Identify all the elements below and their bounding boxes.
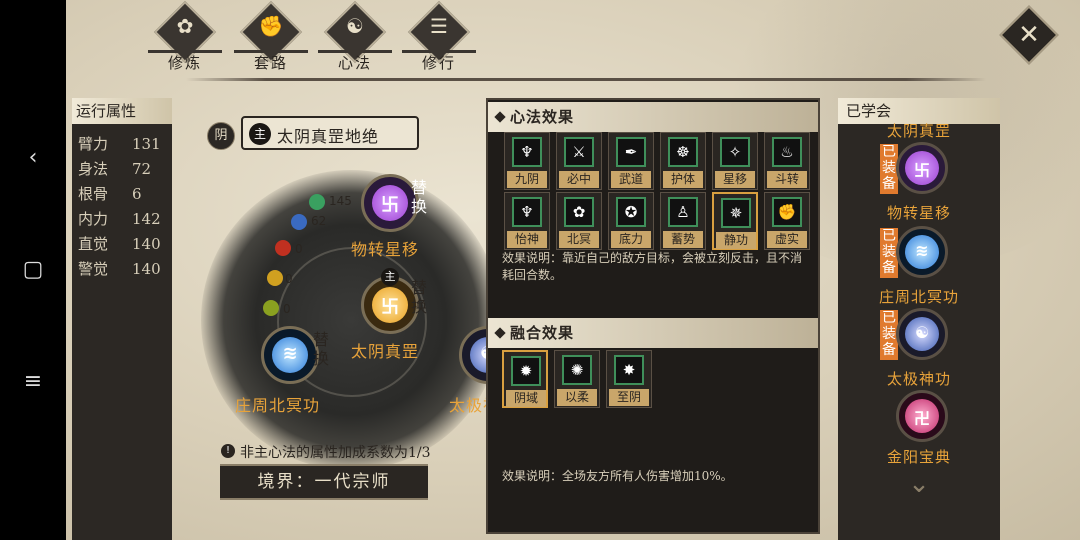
back-icon[interactable]: ‹: [17, 142, 49, 174]
effect-icon-huti[interactable]: ☸ 护体: [660, 132, 706, 190]
skill-symbol: ≋: [282, 343, 298, 364]
skill-name-center: 太阴真罡: [351, 342, 420, 361]
replace-button[interactable]: 替换: [411, 178, 429, 216]
skill-slot-left[interactable]: ≋: [261, 326, 319, 384]
effect-icon-xushi[interactable]: ♙ 蓄势: [660, 192, 706, 250]
orb-value: 0: [295, 242, 303, 256]
main-xinfa-title: 主 太阴真罡地绝: [241, 116, 419, 150]
tab-xiulian[interactable]: ✿ 修炼: [148, 0, 222, 72]
fusion-effects-title: 融合效果: [488, 318, 818, 348]
xinfa-hub: 阴 主 太阴真罡地绝 卐 替换 物转星移 卐 主 替换 太阴真罡 ≋ 替换 庄周…: [191, 112, 531, 492]
attribute-orb: [275, 240, 291, 256]
attribute-orb: [291, 214, 307, 230]
skill-name-left: 庄周北冥功: [235, 396, 321, 415]
effect-icon-bizhong[interactable]: ⚔ 必中: [556, 132, 602, 190]
replace-button[interactable]: 替换: [313, 330, 331, 368]
learned-item[interactable]: 已装备 卐 物转星移: [838, 142, 1000, 238]
game-screen: ✿ 修炼 ✊ 套路 ☯ 心法 ☰ 修行 ✕ 运行属性 臂力 131 身法 72 根骨…: [66, 0, 1080, 540]
learned-skill-icon: 卍: [896, 390, 948, 442]
fusion-effect-description: 效果说明：全场友方所有人伤害增加10%。: [502, 469, 733, 483]
fist-icon: ✊: [258, 14, 284, 38]
effect-icon-jinggong[interactable]: ✵ 静功: [712, 192, 758, 250]
replace-button[interactable]: 替换: [411, 278, 429, 316]
effect-icon-jiuyin[interactable]: ♆ 九阴: [504, 132, 550, 190]
lotus-icon: ✿: [176, 14, 194, 38]
effect-icon-xingyi[interactable]: ✧ 星移: [712, 132, 758, 190]
attribute-row: 臂力 131: [78, 135, 161, 153]
orb-value: 145: [329, 194, 352, 208]
attribute-row: 警觉 140: [78, 260, 161, 278]
attribute-row: 根骨 6: [78, 185, 142, 203]
scroll-icon: ☰: [430, 14, 448, 38]
tab-label: 心法: [337, 54, 372, 72]
effect-icon-xushi2[interactable]: ✊ 虚实: [764, 192, 810, 250]
center-main-badge: 主: [381, 268, 399, 286]
attribute-orb: [263, 300, 279, 316]
learned-skill-icon: ☯: [896, 308, 948, 360]
tab-xinfa[interactable]: ☯ 心法: [318, 0, 392, 72]
orb-value: 62: [311, 214, 327, 228]
orb-value: 0: [285, 272, 293, 286]
xinfa-effects-title: 心法效果: [488, 102, 818, 132]
fusion-icon-yinyu[interactable]: ✹ 阴域: [502, 350, 548, 408]
attribute-orb: [309, 194, 325, 210]
effect-icon-dili[interactable]: ✪ 底力: [608, 192, 654, 250]
system-nav-bar: ‹ ▢ ≡: [0, 0, 66, 540]
attribute-row: 内力 142: [78, 210, 161, 228]
attribute-row: 身法 72: [78, 160, 152, 178]
home-icon[interactable]: ▢: [17, 254, 49, 286]
skill-name-top: 物转星移: [351, 240, 420, 259]
skill-symbol: 卐: [381, 195, 399, 216]
tab-taolu[interactable]: ✊ 套路: [234, 0, 308, 72]
skill-symbol: 卐: [381, 297, 399, 318]
effects-panel: 心法效果 ♆ 九阴 ⚔ 必中 ✒ 武道 ☸ 护体 ✧ 星移 ♨ 斗转 ♆ 怡神 ✿ 北冥 ✪ 底力…: [486, 98, 820, 534]
close-icon[interactable]: ✕: [1008, 14, 1050, 56]
effect-icon-wudao[interactable]: ✒ 武道: [608, 132, 654, 190]
bonus-note: 非主心法的属性加成系数为1/3: [240, 445, 431, 461]
tab-label: 修炼: [167, 54, 202, 72]
tab-xiuxing[interactable]: ☰ 修行: [402, 0, 476, 72]
main-badge: 主: [249, 123, 271, 145]
attribute-orb: [267, 270, 283, 286]
info-icon: !: [221, 444, 235, 458]
header-divider: [186, 78, 986, 81]
learned-skill-icon: 卐: [896, 142, 948, 194]
yinyang-icon: ☯: [346, 14, 364, 38]
orb-value: 0: [283, 302, 291, 316]
xinfa-effect-description: 效果说明：靠近自己的敌方目标，会被立刻反击，且不消耗回合数。: [502, 251, 803, 282]
fusion-icon-zhiyin[interactable]: ✸ 至阴: [606, 350, 652, 408]
learned-skill-icon: ≋: [896, 226, 948, 278]
scroll-down-icon[interactable]: ⌄: [902, 471, 936, 497]
main-xinfa-name: 太阴真罡地绝: [277, 127, 380, 146]
tab-label: 套路: [253, 54, 288, 72]
effect-icon-douzhuan[interactable]: ♨ 斗转: [764, 132, 810, 190]
attribute-row: 直觉 140: [78, 235, 161, 253]
menu-icon[interactable]: ≡: [17, 366, 49, 398]
fusion-icon-yirou[interactable]: ✺ 以柔: [554, 350, 600, 408]
tab-label: 修行: [421, 54, 456, 72]
attributes-panel: 运行属性 臂力 131 身法 72 根骨 6 内力 142 直觉 140 警觉 140: [72, 98, 172, 540]
effect-icon-yishen[interactable]: ♆ 怡神: [504, 192, 550, 250]
yin-badge[interactable]: 阴: [207, 122, 235, 150]
effect-icon-beiming[interactable]: ✿ 北冥: [556, 192, 602, 250]
attributes-title: 运行属性: [72, 98, 172, 124]
realm-banner: 境界：一代宗师: [220, 464, 428, 500]
